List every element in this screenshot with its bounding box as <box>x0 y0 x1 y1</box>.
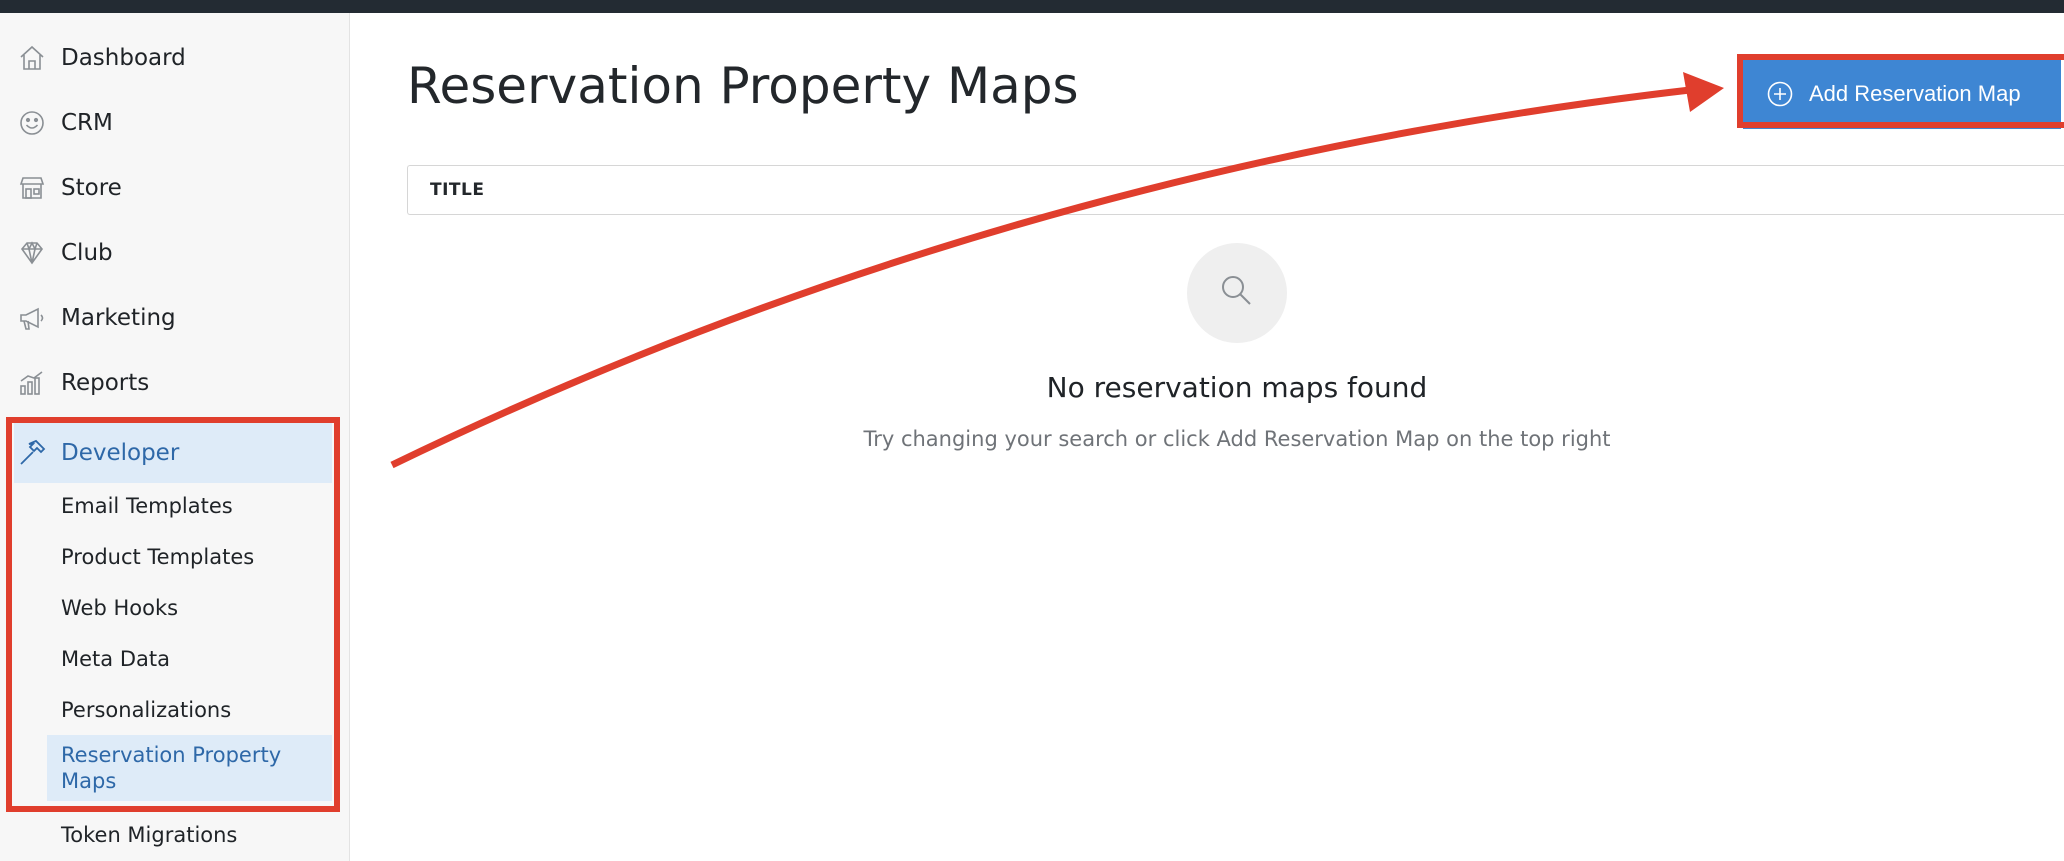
annotation-box-developer <box>6 417 340 812</box>
sidebar-subitem-label: Token Migrations <box>61 823 238 847</box>
bar-chart-icon <box>16 367 48 399</box>
sidebar-item-label: Marketing <box>61 305 176 331</box>
sidebar-item-dashboard[interactable]: Dashboard <box>0 28 350 88</box>
empty-state-icon-circle <box>1187 243 1287 343</box>
home-icon <box>16 42 48 74</box>
storefront-icon <box>16 172 48 204</box>
empty-state-subtitle: Try changing your search or click Add Re… <box>863 427 1611 451</box>
page-title: Reservation Property Maps <box>407 57 1079 115</box>
sidebar-item-store[interactable]: Store <box>0 158 350 218</box>
column-header-title[interactable]: TITLE <box>430 180 484 200</box>
sidebar-subitem-token-migrations[interactable]: Token Migrations <box>47 811 332 859</box>
sidebar-item-reports[interactable]: Reports <box>0 353 350 413</box>
sidebar-item-label: Reports <box>61 370 150 396</box>
table-header: TITLE <box>407 165 2064 215</box>
sidebar-item-label: CRM <box>61 110 113 136</box>
sidebar-item-marketing[interactable]: Marketing <box>0 288 350 348</box>
main-content: Reservation Property Maps Add Reservatio… <box>351 13 2064 861</box>
smiley-icon <box>16 107 48 139</box>
sidebar-item-label: Club <box>61 240 113 266</box>
empty-state-title: No reservation maps found <box>1046 371 1428 404</box>
sidebar-item-label: Store <box>61 175 122 201</box>
sidebar-item-club[interactable]: Club <box>0 223 350 283</box>
diamond-icon <box>16 237 48 269</box>
megaphone-icon <box>16 302 48 334</box>
sidebar-item-crm[interactable]: CRM <box>0 93 350 153</box>
top-bar <box>0 0 2064 13</box>
annotation-box-add-button <box>1737 54 2064 128</box>
sidebar-item-label: Dashboard <box>61 45 186 71</box>
search-icon <box>1217 271 1257 315</box>
